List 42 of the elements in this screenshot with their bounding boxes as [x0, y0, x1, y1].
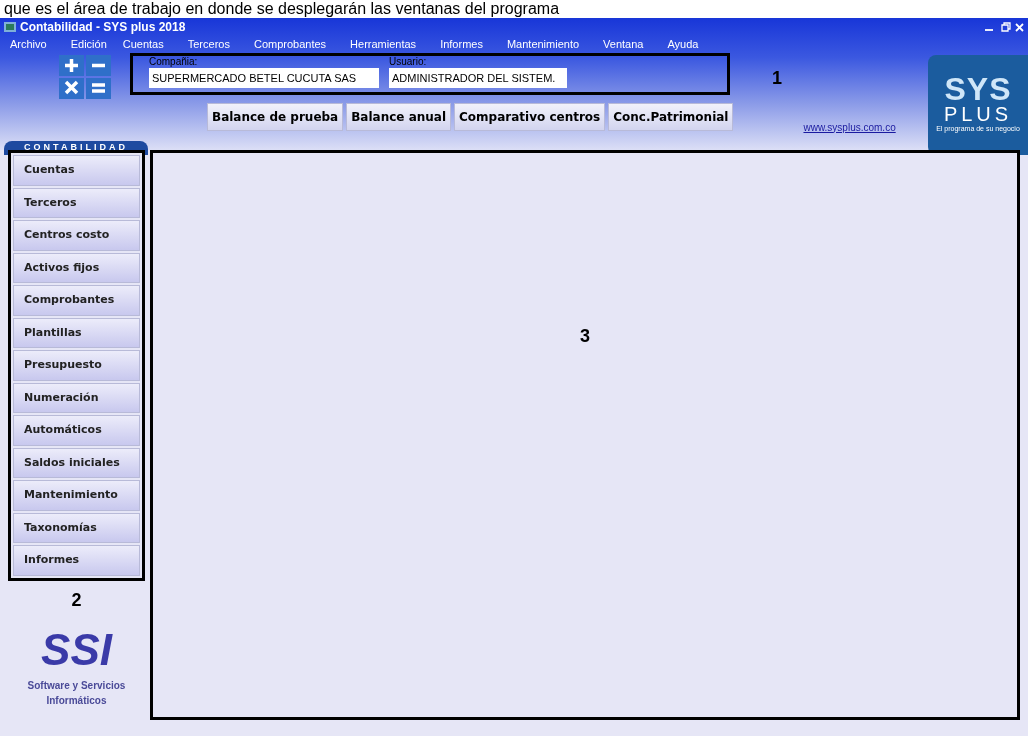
- vendor-logo: SSI Software y Servicios Informáticos: [27, 627, 126, 708]
- sidebar-button[interactable]: Plantillas: [13, 317, 140, 348]
- menu-item[interactable]: Cuentas: [122, 36, 164, 53]
- toolbar-button[interactable]: Balance de prueba: [207, 102, 344, 131]
- sidebar-button[interactable]: Centros costo: [13, 220, 140, 251]
- menu-item[interactable]: Edición: [70, 36, 107, 53]
- menu-item[interactable]: Archivo: [10, 36, 47, 53]
- caption-text: que es el área de trabajo en donde se desplegarán las ventanas del programa: [0, 0, 1028, 18]
- toolbar-button[interactable]: Conc.Patrimonial: [608, 102, 734, 131]
- sidebar-button[interactable]: Informes: [13, 545, 140, 576]
- close-icon[interactable]: [1015, 22, 1024, 32]
- user-label: Usuario:: [389, 55, 428, 68]
- toolbar-button[interactable]: Comparativo centros: [454, 102, 606, 131]
- sidebar-button[interactable]: Cuentas: [13, 155, 140, 186]
- app-icon: [4, 22, 16, 32]
- menu-item[interactable]: Comprobantes: [253, 36, 327, 53]
- user-field[interactable]: ADMINISTRADOR DEL SISTEM.: [389, 67, 567, 88]
- sidebar-button[interactable]: Numeración: [13, 382, 140, 413]
- sidebar-button[interactable]: Mantenimiento: [13, 480, 140, 511]
- menu-item[interactable]: Herramientas: [350, 36, 417, 53]
- sidebar-button[interactable]: Terceros: [13, 187, 140, 218]
- menu-item[interactable]: Mantenimiento: [506, 36, 580, 53]
- callout-number: 2: [71, 588, 82, 612]
- window-title: Contabilidad - SYS plus 2018: [20, 19, 186, 36]
- sidebar-button[interactable]: Activos fijos: [13, 252, 140, 283]
- sidebar-button[interactable]: Automáticos: [13, 415, 140, 446]
- menu-item[interactable]: Ayuda: [667, 36, 699, 53]
- toolbar-button[interactable]: Balance anual: [346, 102, 452, 131]
- callout-number: 1: [772, 66, 782, 90]
- website-link[interactable]: www.sysplus.com.co: [803, 119, 896, 135]
- restore-icon[interactable]: [1001, 22, 1011, 32]
- company-label: Compañia:: [149, 55, 198, 68]
- menu-item[interactable]: Terceros: [187, 36, 230, 53]
- sidebar-button[interactable]: Saldos iniciales: [13, 447, 140, 478]
- sidebar-button[interactable]: Comprobantes: [13, 285, 140, 316]
- company-field[interactable]: SUPERMERCADO BETEL CUCUTA SAS: [149, 67, 379, 88]
- sidebar-button[interactable]: Presupuesto: [13, 350, 140, 381]
- callout-number: 3: [580, 325, 590, 348]
- menu-item[interactable]: Ventana: [603, 36, 644, 53]
- menu-item[interactable]: Informes: [440, 36, 483, 53]
- calculator-icon: [59, 54, 111, 99]
- sidebar-button[interactable]: Taxonomías: [13, 512, 140, 543]
